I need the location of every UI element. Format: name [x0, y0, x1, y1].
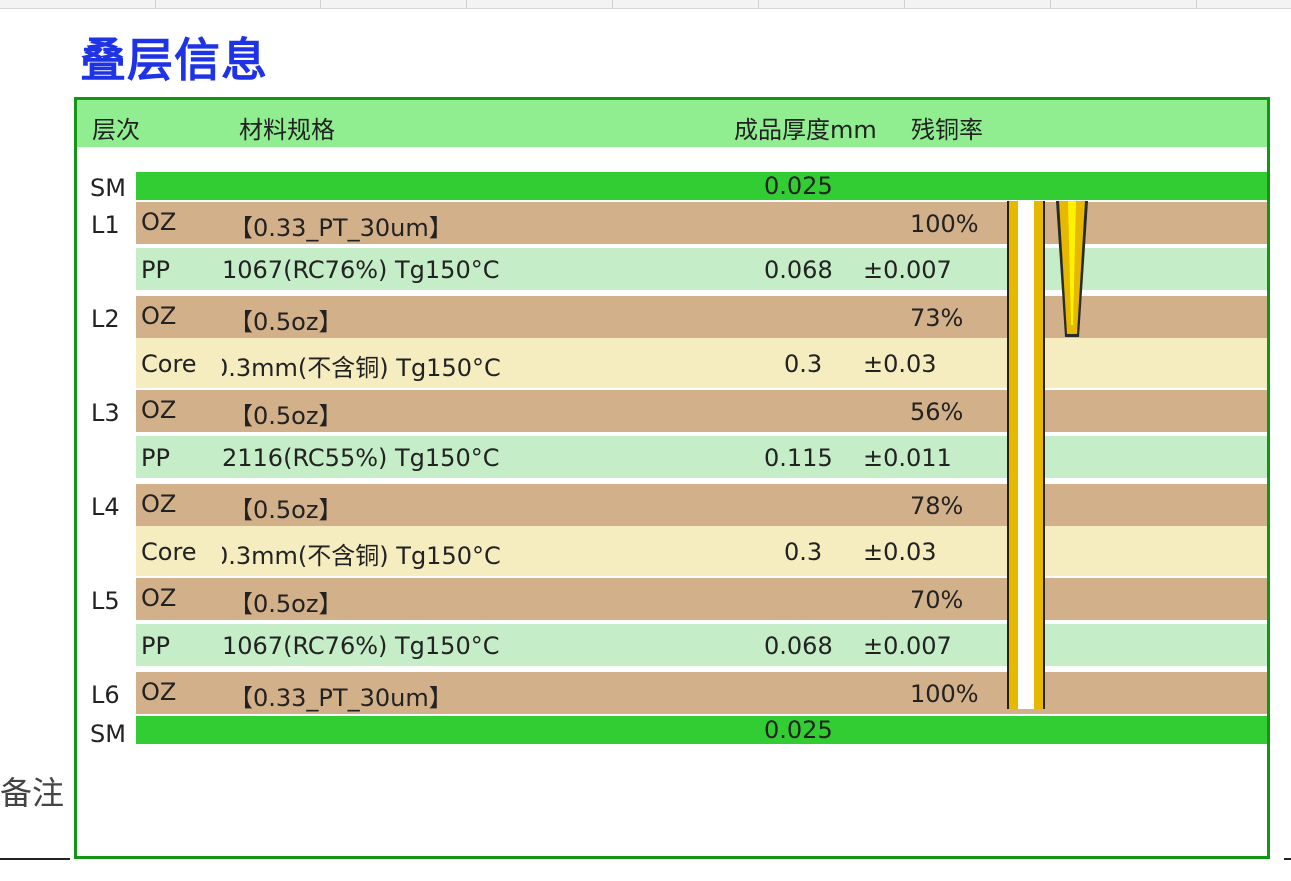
prepreg-row: PP 1067(RC76%) Tg150°C 0.068 ±0.007 — [136, 624, 1267, 666]
material-spec: 【0.5oz】 — [229, 590, 343, 618]
spreadsheet-column-strip — [0, 0, 1291, 9]
prepreg-row: PP 2116(RC55%) Tg150°C 0.115 ±0.011 — [136, 436, 1267, 478]
thickness-value: 0.3 — [784, 538, 823, 566]
layer-label: L1 — [91, 211, 120, 239]
solder-mask-row-bottom: 0.025 — [136, 716, 1267, 744]
material-type: PP — [141, 256, 170, 284]
prepreg-row: PP 1067(RC76%) Tg150°C 0.068 ±0.007 — [136, 248, 1267, 290]
tolerance-value: ±0.011 — [863, 444, 952, 472]
tolerance-value: ±0.007 — [863, 256, 952, 284]
material-spec: 【0.5oz】 — [229, 496, 343, 524]
material-spec: 2116(RC55%) Tg150°C — [222, 444, 500, 472]
material-type: OZ — [141, 302, 177, 330]
thickness-value: 0.3 — [784, 350, 823, 378]
layer-label: L2 — [91, 305, 120, 333]
table-header: 层次 材料规格 成品厚度mm 残铜率 — [77, 100, 1267, 147]
material-type: Core — [141, 350, 197, 378]
layer-label: L4 — [91, 493, 120, 521]
thickness-value: 0.025 — [764, 716, 833, 744]
material-type: OZ — [141, 678, 177, 706]
material-spec: 0.3mm(不含铜) Tg150°C — [222, 354, 501, 382]
thickness-value: 0.025 — [764, 172, 833, 200]
material-spec: 【0.5oz】 — [229, 402, 343, 430]
material-type: PP — [141, 632, 170, 660]
copper-ratio-value: 56% — [910, 398, 964, 426]
remark-label: 备注 — [0, 774, 65, 812]
through-hole-via-icon — [1007, 201, 1045, 709]
material-spec: 【0.33_PT_30um】 — [229, 684, 453, 712]
tolerance-value: ±0.007 — [863, 632, 952, 660]
copper-ratio-value: 70% — [910, 586, 964, 614]
header-copper-ratio: 残铜率 — [911, 116, 983, 144]
layer-label: L6 — [91, 681, 120, 709]
cell-border — [1284, 858, 1291, 860]
material-type: OZ — [141, 490, 177, 518]
copper-row-l5: OZ 【0.5oz】 70% — [136, 578, 1267, 620]
thickness-value: 0.115 — [764, 444, 833, 472]
material-spec: 0.3mm(不含铜) Tg150°C — [222, 542, 501, 570]
copper-ratio-value: 73% — [910, 304, 964, 332]
copper-row-l6: OZ 【0.33_PT_30um】 100% — [136, 672, 1267, 714]
layer-label: SM — [90, 174, 126, 202]
tolerance-value: ±0.03 — [863, 538, 937, 566]
copper-ratio-value: 78% — [910, 492, 964, 520]
layer-label: L3 — [91, 399, 120, 427]
copper-row-l4: OZ 【0.5oz】 78% — [136, 484, 1267, 526]
tolerance-value: ±0.03 — [863, 350, 937, 378]
material-type: PP — [141, 444, 170, 472]
copper-row-l2: OZ 【0.5oz】 73% — [136, 296, 1267, 338]
thickness-value: 0.068 — [764, 632, 833, 660]
material-spec: 【0.33_PT_30um】 — [229, 214, 453, 242]
solder-mask-row-top: 0.025 — [136, 172, 1267, 200]
material-type: OZ — [141, 584, 177, 612]
copper-ratio-value: 100% — [910, 680, 979, 708]
copper-row-l1: OZ 【0.33_PT_30um】 100% — [136, 202, 1267, 244]
material-type: OZ — [141, 208, 177, 236]
core-row: Core 0.3mm(不含铜) Tg150°C 0.3 ±0.03 — [136, 338, 1267, 388]
cell-border — [0, 858, 70, 860]
layer-label: SM — [90, 720, 126, 748]
header-layer: 层次 — [92, 116, 140, 144]
layer-label: L5 — [91, 587, 120, 615]
core-row: Core 0.3mm(不含铜) Tg150°C 0.3 ±0.03 — [136, 526, 1267, 576]
material-type: Core — [141, 538, 197, 566]
laser-microvia-icon — [1056, 201, 1088, 337]
copper-row-l3: OZ 【0.5oz】 56% — [136, 390, 1267, 432]
material-type: OZ — [141, 396, 177, 424]
stackup-frame: 层次 材料规格 成品厚度mm 残铜率 SM L1 L2 L3 L4 L5 L6 … — [74, 97, 1270, 859]
header-thickness: 成品厚度mm — [734, 116, 877, 144]
material-spec: 【0.5oz】 — [229, 308, 343, 336]
material-spec: 1067(RC76%) Tg150°C — [222, 632, 500, 660]
header-material: 材料规格 — [239, 116, 335, 144]
thickness-value: 0.068 — [764, 256, 833, 284]
page-title: 叠层信息 — [80, 33, 268, 87]
copper-ratio-value: 100% — [910, 210, 979, 238]
material-spec: 1067(RC76%) Tg150°C — [222, 256, 500, 284]
